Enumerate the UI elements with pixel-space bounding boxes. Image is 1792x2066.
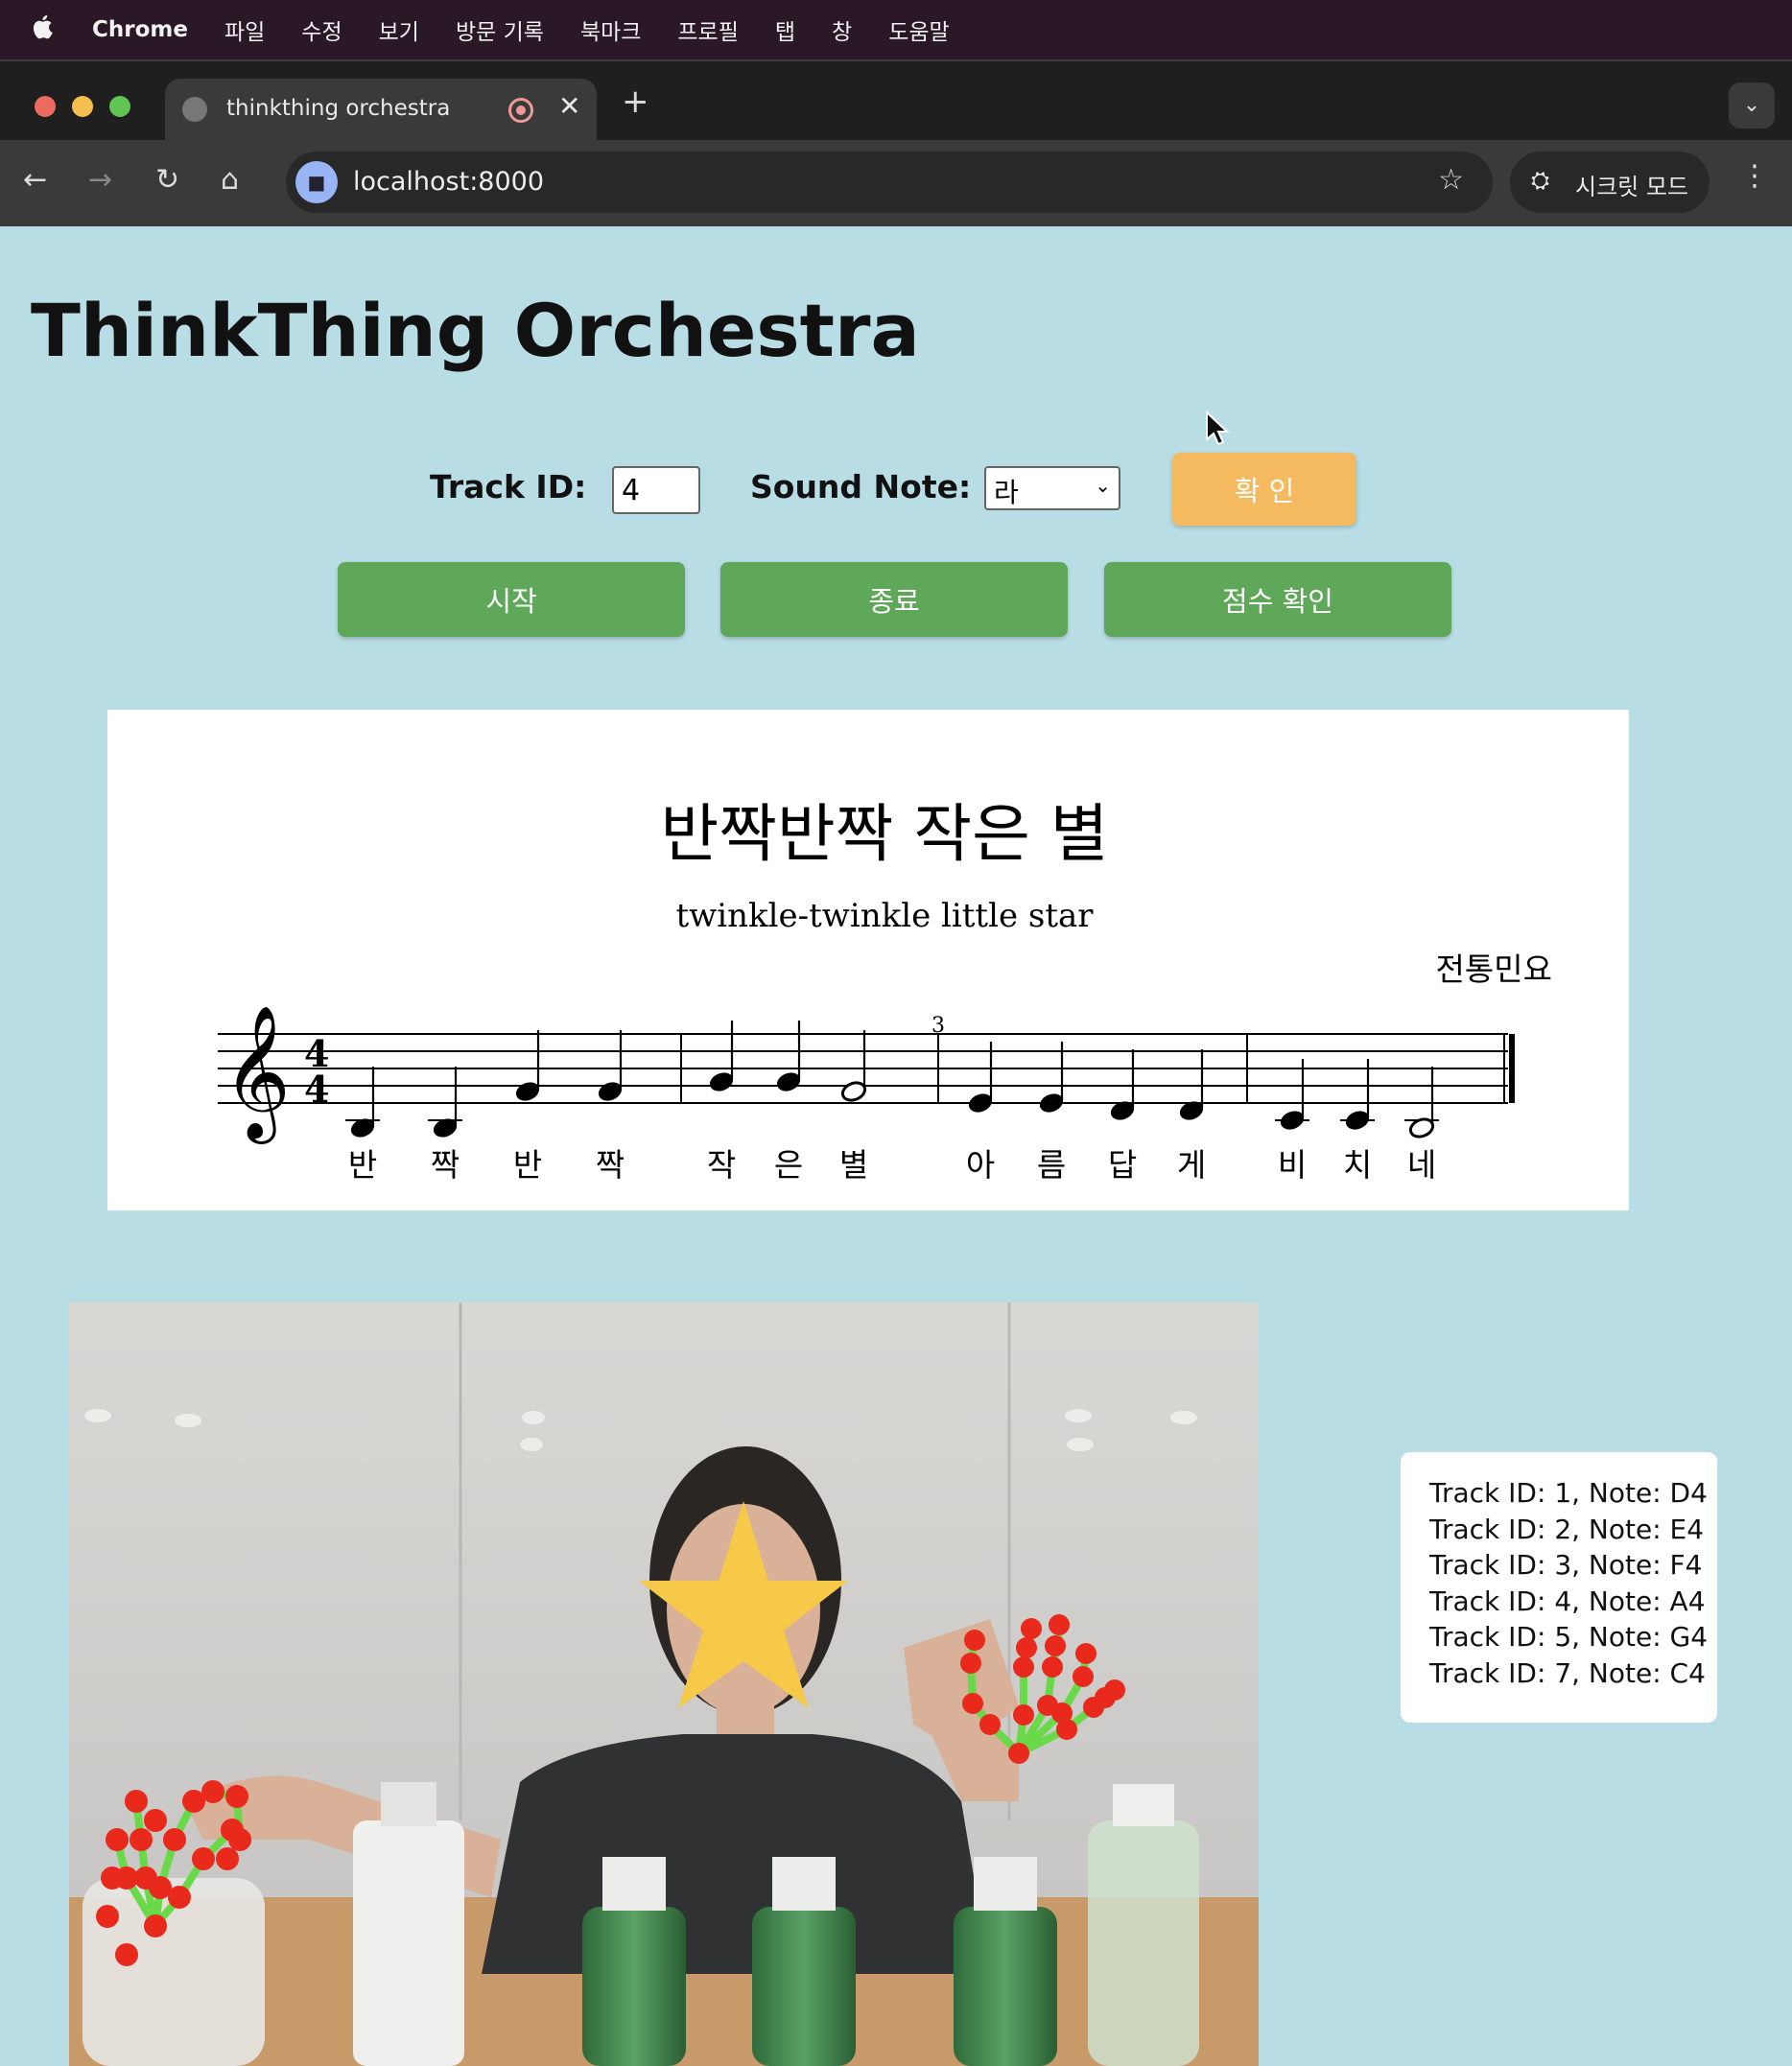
- browser-toolbar: ← → ↻ ⌂ ■ localhost:8000 ☆ ⛭ 시크릿 모드 ⋮: [0, 140, 1792, 226]
- window-close-button[interactable]: [35, 96, 56, 117]
- song-composer: 전통민요: [1436, 951, 1552, 988]
- page-title: ThinkThing Orchestra: [31, 288, 920, 373]
- start-button[interactable]: 시작: [338, 562, 685, 637]
- menu-history[interactable]: 방문 기록: [456, 13, 544, 46]
- forward-icon[interactable]: →: [88, 163, 112, 197]
- tab-title: thinkthing orchestra: [226, 96, 451, 121]
- chevron-down-icon: ⌄: [1095, 474, 1111, 497]
- lyric-syllable: 은: [774, 1146, 803, 1184]
- menu-tab[interactable]: 탭: [775, 13, 795, 46]
- mouse-cursor: [1206, 411, 1230, 446]
- menu-view[interactable]: 보기: [379, 13, 419, 46]
- track-list-item: Track ID: 7, Note: C4: [1429, 1656, 1706, 1689]
- track-list-item: Track ID: 2, Note: E4: [1429, 1513, 1705, 1545]
- globe-icon: [182, 97, 207, 122]
- score-check-button[interactable]: 점수 확인: [1104, 562, 1451, 637]
- camera-feed-svg: [69, 1303, 1259, 2066]
- track-id-label: Track ID:: [430, 468, 587, 505]
- note: [1275, 1059, 1309, 1130]
- track-list-item: Track ID: 4, Note: A4: [1429, 1585, 1706, 1617]
- confirm-button[interactable]: 확 인: [1172, 453, 1356, 526]
- address-bar[interactable]: ■ localhost:8000 ☆: [286, 152, 1493, 213]
- menu-help[interactable]: 도움말: [888, 13, 949, 46]
- lyric-syllable: 름: [1037, 1146, 1066, 1184]
- menu-window[interactable]: 창: [832, 13, 852, 46]
- lyric-syllable: 반: [513, 1146, 542, 1184]
- lyric-syllable: 짝: [596, 1146, 625, 1184]
- sound-note-label: Sound Note:: [750, 468, 972, 505]
- track-list-item: Track ID: 1, Note: D4: [1429, 1477, 1708, 1509]
- lyric-syllable: 답: [1108, 1146, 1137, 1184]
- home-icon[interactable]: ⌂: [221, 163, 239, 197]
- time-signature: 4 4: [304, 1032, 329, 1111]
- track-list: Track ID: 1, Note: D4 Track ID: 2, Note:…: [1401, 1452, 1717, 1723]
- song-title: 반짝반짝 작은 별: [661, 797, 1109, 871]
- incognito-label: 시크릿 모드: [1575, 174, 1689, 200]
- window-minimize-button[interactable]: [72, 96, 93, 117]
- note: [598, 1030, 623, 1101]
- final-barline: [1509, 1034, 1515, 1103]
- chevron-down-icon[interactable]: ⌄: [1729, 82, 1775, 129]
- lyric-syllable: 아: [966, 1146, 995, 1184]
- svg-text:4: 4: [304, 1068, 329, 1111]
- lyric-syllable: 작: [707, 1146, 736, 1184]
- star-icon[interactable]: ☆: [1438, 163, 1464, 197]
- lyric-syllable: 게: [1177, 1146, 1206, 1184]
- lyric-syllable: 별: [839, 1146, 868, 1184]
- tab-active[interactable]: thinkthing orchestra ✕: [165, 79, 597, 142]
- camera-icon[interactable]: ■: [295, 161, 338, 203]
- menu-profiles[interactable]: 프로필: [677, 13, 738, 46]
- reload-icon[interactable]: ↻: [155, 163, 179, 197]
- note: [1039, 1042, 1064, 1113]
- macos-menu-bar: Chrome 파일 수정 보기 방문 기록 북마크 프로필 탭 창 도움말: [0, 0, 1792, 59]
- menu-app-name[interactable]: Chrome: [92, 17, 188, 42]
- camera-feed: [69, 1303, 1259, 2066]
- note: [709, 1021, 734, 1092]
- song-subtitle: twinkle-twinkle little star: [675, 897, 1094, 935]
- treble-clef: 𝄞: [223, 1005, 291, 1144]
- menu-edit[interactable]: 수정: [301, 13, 342, 46]
- url-text[interactable]: localhost:8000: [353, 167, 544, 197]
- incognito-badge[interactable]: ⛭ 시크릿 모드: [1510, 152, 1709, 213]
- track-list-item: Track ID: 3, Note: F4: [1429, 1549, 1703, 1581]
- lyric-syllable: 네: [1407, 1146, 1436, 1184]
- plus-icon[interactable]: +: [622, 82, 649, 121]
- note: [968, 1042, 993, 1113]
- incognito-icon: ⛭: [1531, 167, 1550, 194]
- notes: [345, 1021, 1439, 1139]
- sheet-music-svg: 반짝반짝 작은 별 twinkle-twinkle little star 전통…: [218, 797, 1552, 1184]
- note: [840, 1030, 867, 1102]
- note: [1340, 1059, 1375, 1130]
- lyric-syllable: 비: [1278, 1146, 1307, 1184]
- close-icon[interactable]: ✕: [558, 90, 580, 122]
- sound-note-select[interactable]: 라 ⌄: [984, 466, 1120, 510]
- back-icon[interactable]: ←: [23, 163, 47, 197]
- menu-file[interactable]: 파일: [224, 13, 265, 46]
- more-icon[interactable]: ⋮: [1740, 159, 1769, 193]
- sound-note-value: 라: [994, 477, 1019, 508]
- apple-icon[interactable]: [33, 13, 56, 46]
- lyric-syllable: 치: [1343, 1146, 1372, 1184]
- lyrics: 반 짝 반 짝 작은별 아 름 답 게 비치네: [348, 1146, 1436, 1184]
- lyric-syllable: 반: [348, 1146, 377, 1184]
- tab-strip: thinkthing orchestra ✕ + ⌄: [0, 59, 1792, 142]
- track-id-input[interactable]: [612, 466, 700, 514]
- note: [776, 1021, 801, 1092]
- window-zoom-button[interactable]: [109, 96, 130, 117]
- recording-icon: [508, 98, 533, 123]
- track-list-item: Track ID: 5, Note: G4: [1429, 1621, 1709, 1653]
- menu-bookmarks[interactable]: 북마크: [580, 13, 641, 46]
- note: [515, 1030, 540, 1101]
- lyric-syllable: 짝: [431, 1146, 460, 1184]
- sheet-music: 반짝반짝 작은 별 twinkle-twinkle little star 전통…: [107, 710, 1629, 1210]
- stop-button[interactable]: 종료: [720, 562, 1068, 637]
